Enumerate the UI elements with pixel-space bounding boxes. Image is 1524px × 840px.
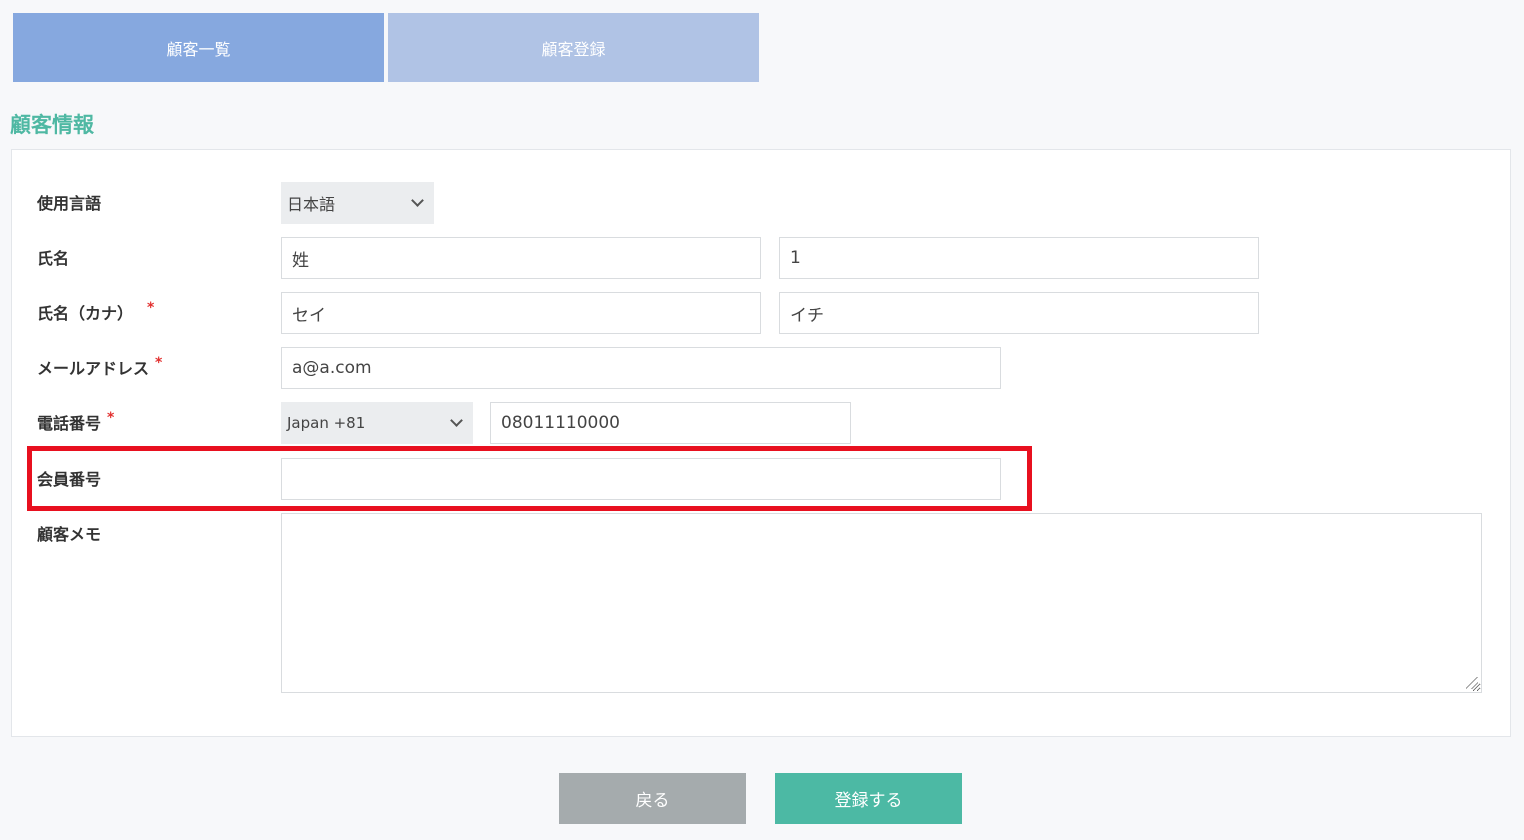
chevron-down-icon — [411, 194, 424, 207]
memo-textarea[interactable] — [281, 513, 1482, 693]
kana-label: 氏名（カナ） * — [37, 300, 155, 323]
required-mark: * — [155, 355, 163, 371]
phone-number-input[interactable] — [490, 402, 851, 444]
first-name-input[interactable] — [779, 237, 1259, 279]
last-name-input[interactable] — [281, 237, 761, 279]
language-select[interactable]: 日本語 — [281, 182, 434, 224]
email-input[interactable] — [281, 347, 1001, 389]
section-title: 顧客情報 — [10, 113, 94, 137]
first-name-kana-input[interactable] — [779, 292, 1259, 334]
tab-customer-list[interactable]: 顧客一覧 — [13, 13, 384, 82]
resize-grip-icon[interactable] — [1466, 677, 1478, 689]
back-button[interactable]: 戻る — [559, 773, 746, 824]
required-mark: * — [107, 410, 115, 426]
name-label: 氏名 — [37, 249, 70, 268]
tab-customer-register-label: 顧客登録 — [541, 39, 606, 59]
phone-label: 電話番号 * — [37, 410, 115, 433]
tab-customer-list-label: 顧客一覧 — [166, 39, 231, 59]
required-mark: * — [147, 300, 155, 316]
memo-label: 顧客メモ — [37, 525, 102, 544]
chevron-down-icon — [450, 414, 463, 427]
submit-button[interactable]: 登録する — [775, 773, 962, 824]
last-name-kana-input[interactable] — [281, 292, 761, 334]
country-code-value: Japan +81 — [287, 414, 366, 432]
member-number-input[interactable] — [281, 458, 1001, 500]
language-select-value: 日本語 — [287, 195, 336, 214]
language-label: 使用言語 — [37, 194, 102, 213]
email-label: メールアドレス * — [37, 355, 163, 378]
tab-customer-register[interactable]: 顧客登録 — [388, 13, 759, 82]
member-number-label: 会員番号 — [37, 470, 102, 489]
country-code-select[interactable]: Japan +81 — [281, 402, 473, 444]
